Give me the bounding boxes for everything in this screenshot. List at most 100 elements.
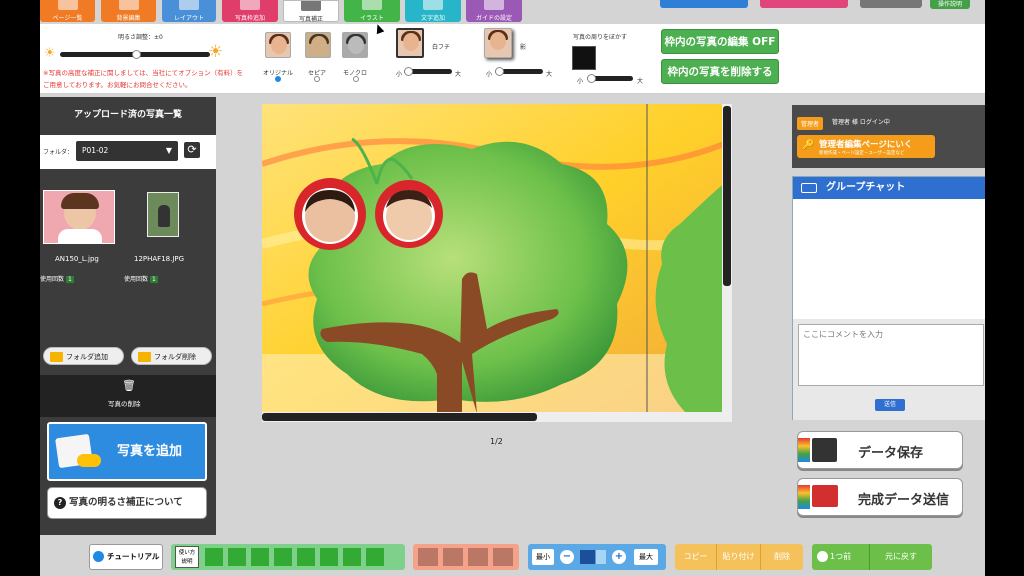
photo-thumbnail[interactable] [147,192,179,237]
admin-panel: 管理者 管理者 様 ログイン中 🔑 管理者編集ページにいく 新規作成・ページ設定… [792,105,985,168]
tab-background[interactable]: 背景編集 [101,0,156,22]
refresh-icon[interactable]: ⟳ [184,142,200,158]
correction-notice: ※写真の高度な補正に関しましては、当社にてオプション（有料）をご用意しております… [43,69,244,89]
filter-mono-thumb[interactable] [342,32,368,58]
distribute-v-icon[interactable] [366,548,384,566]
bring-to-front-icon[interactable] [418,548,438,566]
usage-count-badge: 1 [65,276,74,283]
folder-select-value: P01-02 [82,146,109,155]
blur-slider-knob[interactable] [587,74,596,83]
bring-forward-icon[interactable] [443,548,463,566]
shadow-slider[interactable] [495,67,543,76]
floppy-icon [812,438,837,462]
chat-icon [801,183,817,193]
zoom-max-button[interactable]: 最大 [634,549,658,565]
guide-icon [484,0,504,10]
top-blue-button[interactable] [660,0,748,8]
send-button[interactable]: 送信 [875,399,905,411]
usage-help-button[interactable]: 使い方 説明 [175,546,199,568]
sun-small-icon: ☀ [44,46,56,61]
send-to-back-icon[interactable] [493,548,513,566]
comment-input[interactable] [798,324,984,386]
zoom-min-button[interactable]: 最小 [532,549,554,565]
undo-icon [817,551,828,562]
delete-photo-label: 写真の削除 [108,400,141,408]
tab-photo-correction[interactable]: 写真補正 [283,0,339,23]
delete-photo-area[interactable]: 🗑 写真の削除 [40,375,216,417]
distribute-h-icon[interactable] [343,548,361,566]
save-data-button[interactable]: データ保存 [797,431,963,469]
tab-page-list[interactable]: ページ一覧 [40,0,95,22]
white-edge-slider[interactable] [404,67,452,76]
filter-sepia-thumb[interactable] [305,32,331,58]
tab-add-text[interactable]: 文字追加 [405,0,461,22]
add-photo-button[interactable]: 写真を追加 [47,422,207,481]
white-edge-thumb[interactable] [396,28,424,58]
shadow-slider-knob[interactable] [495,67,504,76]
delete-button[interactable]: 削除 [761,544,803,570]
filter-sepia-radio[interactable] [314,76,320,82]
tab-illustration[interactable]: イラスト [344,0,400,22]
rainbow-stripe [798,485,810,509]
align-top-icon[interactable] [274,548,292,566]
frame-delete-button[interactable]: 枠内の写真を削除する [661,59,779,84]
white-edge-slider-knob[interactable] [404,67,413,76]
photo-name: AN150_L.jpg [55,255,99,263]
sun-large-icon: ☀ [208,42,224,62]
help-button[interactable]: 操作説明 [930,0,970,9]
top-gray-button[interactable] [860,0,922,8]
layer-toolbar [413,544,519,570]
photo-frame-icon [240,0,260,10]
align-left-icon[interactable] [205,548,223,566]
layout-icon [179,0,199,10]
main-tabs: ページ一覧 背景編集 レイアウト 写真枠追加 写真補正 イラスト 文字追加 ガイ… [40,0,985,24]
white-edge-label: 白フチ [432,44,451,51]
white-edge-large-label: 大 [455,71,462,78]
top-pink-button[interactable] [760,0,848,8]
chat-messages[interactable] [793,199,985,319]
zoom-in-icon[interactable]: + [612,550,626,564]
tutorial-button[interactable]: チュートリアル [89,544,163,570]
filter-original-radio[interactable] [275,76,281,82]
tab-photo-frame[interactable]: 写真枠追加 [222,0,278,22]
admin-status: 管理者 様 ログイン中 [832,119,890,126]
zoom-out-icon[interactable]: − [560,550,574,564]
child-face [403,33,419,51]
shadow-thumb[interactable] [484,28,512,58]
paste-button[interactable]: 貼り付け [717,544,761,570]
tab-layout[interactable]: レイアウト [162,0,216,22]
folder-select[interactable]: P01-02 ▼ [76,141,178,161]
photo-thumbnail[interactable] [43,190,115,244]
delete-folder-button[interactable]: フォルダ削除 [131,347,212,365]
redo-button[interactable]: 元に戻す [870,544,932,570]
trash-icon: 🗑 [122,379,136,392]
copy-button[interactable]: コピー [675,544,717,570]
filter-original-thumb[interactable] [265,32,291,58]
page-canvas[interactable] [262,104,732,422]
align-center-v-icon[interactable] [297,548,315,566]
send-backward-icon[interactable] [468,548,488,566]
child-face [311,36,327,54]
blur-slider[interactable] [587,74,633,83]
admin-edit-link[interactable]: 🔑 管理者編集ページにいく 新規作成・ページ設定・ユーザー設定など [797,135,935,158]
filter-mono-radio[interactable] [353,76,359,82]
child-figure [158,205,170,227]
child-face [348,36,364,54]
submit-data-button[interactable]: 完成データ送信 [797,478,963,516]
align-right-icon[interactable] [251,548,269,566]
align-center-h-icon[interactable] [228,548,246,566]
undo-button[interactable]: 1つ前 [812,544,870,570]
blur-large-label: 大 [637,78,644,85]
brightness-slider[interactable] [60,50,210,59]
frame-edit-toggle-button[interactable]: 枠内の写真の編集 OFF [661,29,779,54]
align-bottom-icon[interactable] [320,548,338,566]
blur-swatch[interactable] [572,46,596,70]
tab-guide-settings[interactable]: ガイドの設定 [466,0,522,22]
child-shirt [58,229,102,243]
blur-label: 写真の周りをぼかす [573,34,628,41]
key-icon: 🔑 [802,140,815,151]
blur-small-label: 小 [577,78,584,85]
brightness-slider-knob[interactable] [132,50,141,59]
brightness-help-button[interactable]: ? 写真の明るさ補正について [47,487,207,519]
add-folder-button[interactable]: フォルダ追加 [43,347,124,365]
